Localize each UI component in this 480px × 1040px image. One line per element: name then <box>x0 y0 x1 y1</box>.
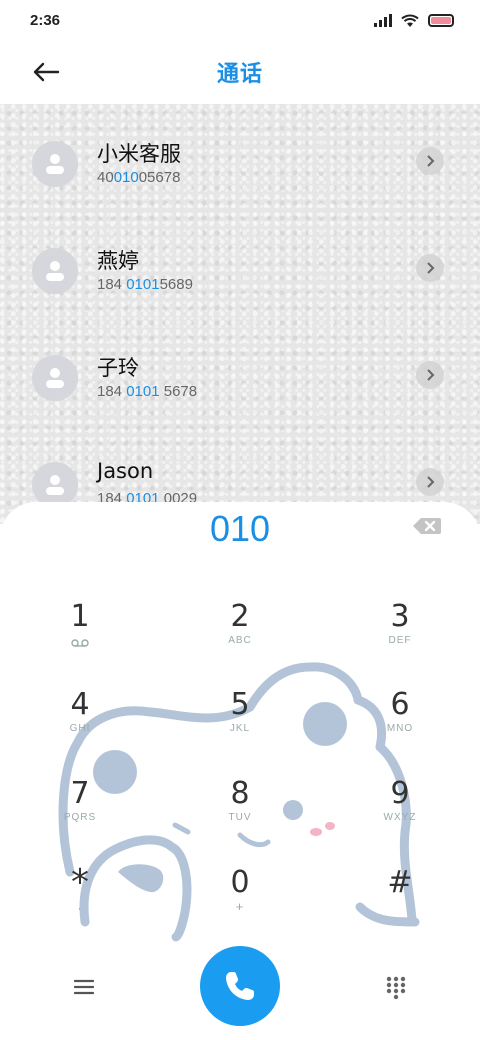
dial-key-4[interactable]: 4 GHI <box>20 688 140 758</box>
contact-name: Jason <box>97 459 154 483</box>
battery-icon <box>428 13 454 27</box>
wifi-icon <box>401 14 419 27</box>
dial-key-6[interactable]: 6 MNO <box>340 688 460 758</box>
contact-results-list: 小米客服 4001005678 燕婷 184 01015689 子玲 184 0… <box>0 104 480 524</box>
header: 通话 <box>0 40 480 104</box>
dial-key-1[interactable]: 1 <box>20 600 140 670</box>
phone-icon <box>226 972 254 1000</box>
chevron-right-icon[interactable] <box>416 147 444 175</box>
call-button[interactable] <box>200 946 280 1026</box>
dial-key-3[interactable]: 3 DEF <box>340 600 460 670</box>
status-time: 2:36 <box>30 11 61 29</box>
dial-key-5[interactable]: 5 JKL <box>180 688 300 758</box>
contact-number: 4001005678 <box>97 169 181 186</box>
dial-key-hash[interactable]: # <box>340 866 460 936</box>
back-arrow-icon <box>33 62 60 82</box>
dial-key-8[interactable]: 8 TUV <box>180 777 300 847</box>
keypad-toggle-button[interactable] <box>378 970 414 1006</box>
signal-icon <box>374 13 392 27</box>
contact-number: 184 01015689 <box>97 276 193 293</box>
dial-key-7[interactable]: 7 PQRS <box>20 777 140 847</box>
contact-name: 小米客服 <box>97 142 181 166</box>
menu-icon <box>74 979 94 995</box>
chevron-right-icon[interactable] <box>416 361 444 389</box>
contact-name: 燕婷 <box>97 249 139 273</box>
avatar-person-icon <box>32 248 78 294</box>
dial-key-9[interactable]: 9 WXYZ <box>340 777 460 847</box>
status-bar: 2:36 <box>0 0 480 40</box>
avatar-person-icon <box>32 355 78 401</box>
chevron-right-icon[interactable] <box>416 254 444 282</box>
dial-key-2[interactable]: 2 ABC <box>180 600 300 670</box>
backspace-button[interactable] <box>412 516 444 536</box>
backspace-icon <box>413 518 441 534</box>
dial-key-star[interactable]: *, <box>20 865 140 936</box>
chevron-right-icon[interactable] <box>416 468 444 496</box>
status-icons <box>374 13 454 28</box>
avatar-person-icon <box>32 141 78 187</box>
contact-number: 184 0101 5678 <box>97 383 198 400</box>
contact-item[interactable]: 燕婷 184 01015689 <box>0 235 480 315</box>
back-button[interactable] <box>28 54 64 90</box>
dial-key-0[interactable]: 0 + <box>180 866 300 936</box>
page-title: 通话 <box>216 61 263 86</box>
dial-pad: 010 1 2 ABC 3 DEF 4 GHI 5 JKL 6 MNO 7 PQRS 8 TU… <box>0 502 480 1040</box>
dialed-number: 010 <box>209 508 271 549</box>
voicemail-icon <box>71 639 89 647</box>
keypad-icon <box>386 976 406 1000</box>
contact-item[interactable]: 子玲 184 0101 5678 <box>0 342 480 422</box>
contact-item[interactable]: 小米客服 4001005678 <box>0 128 480 208</box>
menu-button[interactable] <box>66 972 102 1002</box>
contact-name: 子玲 <box>97 356 139 380</box>
